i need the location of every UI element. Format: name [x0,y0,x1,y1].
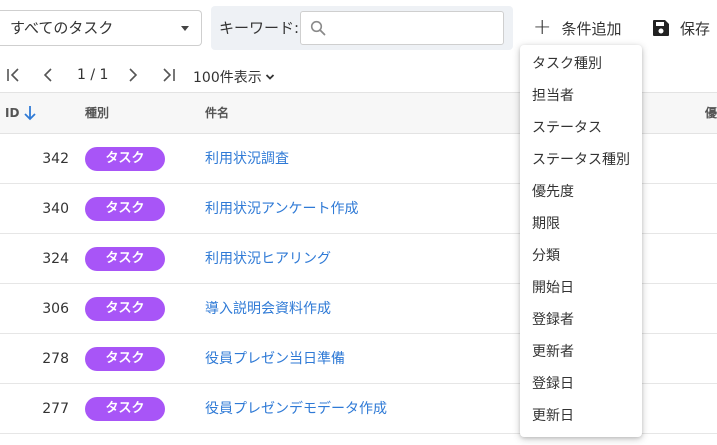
column-header-id[interactable]: ID [5,93,37,133]
save-label: 保存 [680,19,711,38]
first-page-icon[interactable] [6,66,22,84]
row-id: 324 [42,251,69,267]
row-title-link[interactable]: 導入説明会資料作成 [205,284,331,334]
type-badge: タスク [85,247,165,271]
menu-item-status[interactable]: ステータス [520,112,642,144]
row-id: 306 [42,301,69,317]
type-badge: タスク [85,397,165,421]
row-title-link[interactable]: 役員プレゼン当日準備 [205,334,345,384]
next-page-icon[interactable] [126,66,140,84]
row-id: 342 [42,151,69,167]
search-icon [310,20,326,36]
chevron-down-icon [181,26,189,31]
condition-menu: タスク種別 担当者 ステータス ステータス種別 優先度 期限 分類 開始日 登録… [520,45,642,437]
page-indicator: 1 / 1 [77,67,109,83]
row-id: 277 [42,401,69,417]
row-title-link[interactable]: 役員プレゼンデモデータ作成 [205,384,387,434]
menu-item-registered-date[interactable]: 登録日 [520,368,642,400]
menu-item-updated-date[interactable]: 更新日 [520,400,642,432]
last-page-icon[interactable] [160,66,176,84]
row-title-link[interactable]: 利用状況ヒアリング [205,234,331,284]
column-header-type[interactable]: 種別 [85,93,109,133]
chevron-down-icon [265,74,274,80]
menu-item-due-date[interactable]: 期限 [520,208,642,240]
menu-item-status-type[interactable]: ステータス種別 [520,144,642,176]
menu-item-registered-by[interactable]: 登録者 [520,304,642,336]
menu-item-updated-by[interactable]: 更新者 [520,336,642,368]
keyword-label: キーワード: [219,19,300,37]
add-condition-button[interactable]: + 条件追加 [533,10,621,46]
column-header-priority[interactable]: 優 [705,93,717,133]
add-condition-label: 条件追加 [561,19,622,38]
row-id: 340 [42,201,69,217]
type-badge: タスク [85,197,165,221]
type-badge: タスク [85,297,165,321]
row-id: 278 [42,351,69,367]
save-button[interactable]: 保存 [652,10,710,46]
keyword-input[interactable] [300,11,504,45]
task-filter-select[interactable]: すべてのタスク [0,10,202,46]
prev-page-icon[interactable] [41,66,55,84]
menu-item-category[interactable]: 分類 [520,240,642,272]
menu-item-assignee[interactable]: 担当者 [520,80,642,112]
type-badge: タスク [85,147,165,171]
column-header-id-label: ID [5,106,20,120]
sort-arrow-down-icon [24,106,37,121]
per-page-select[interactable]: 100件表示 [193,67,275,87]
row-title-link[interactable]: 利用状況調査 [205,134,289,184]
per-page-label: 100件表示 [193,70,262,86]
row-title-link[interactable]: 利用状況アンケート作成 [205,184,358,234]
task-filter-value: すべてのタスク [10,19,114,37]
type-badge: タスク [85,347,165,371]
menu-item-task-type[interactable]: タスク種別 [520,48,642,80]
column-header-name[interactable]: 件名 [205,93,229,133]
save-icon [653,20,669,36]
pager: 1 / 1 100件表示 [0,60,300,92]
keyword-group: キーワード: [211,6,513,50]
menu-item-start-date[interactable]: 開始日 [520,272,642,304]
plus-icon: + [533,15,552,40]
menu-item-priority[interactable]: 優先度 [520,176,642,208]
